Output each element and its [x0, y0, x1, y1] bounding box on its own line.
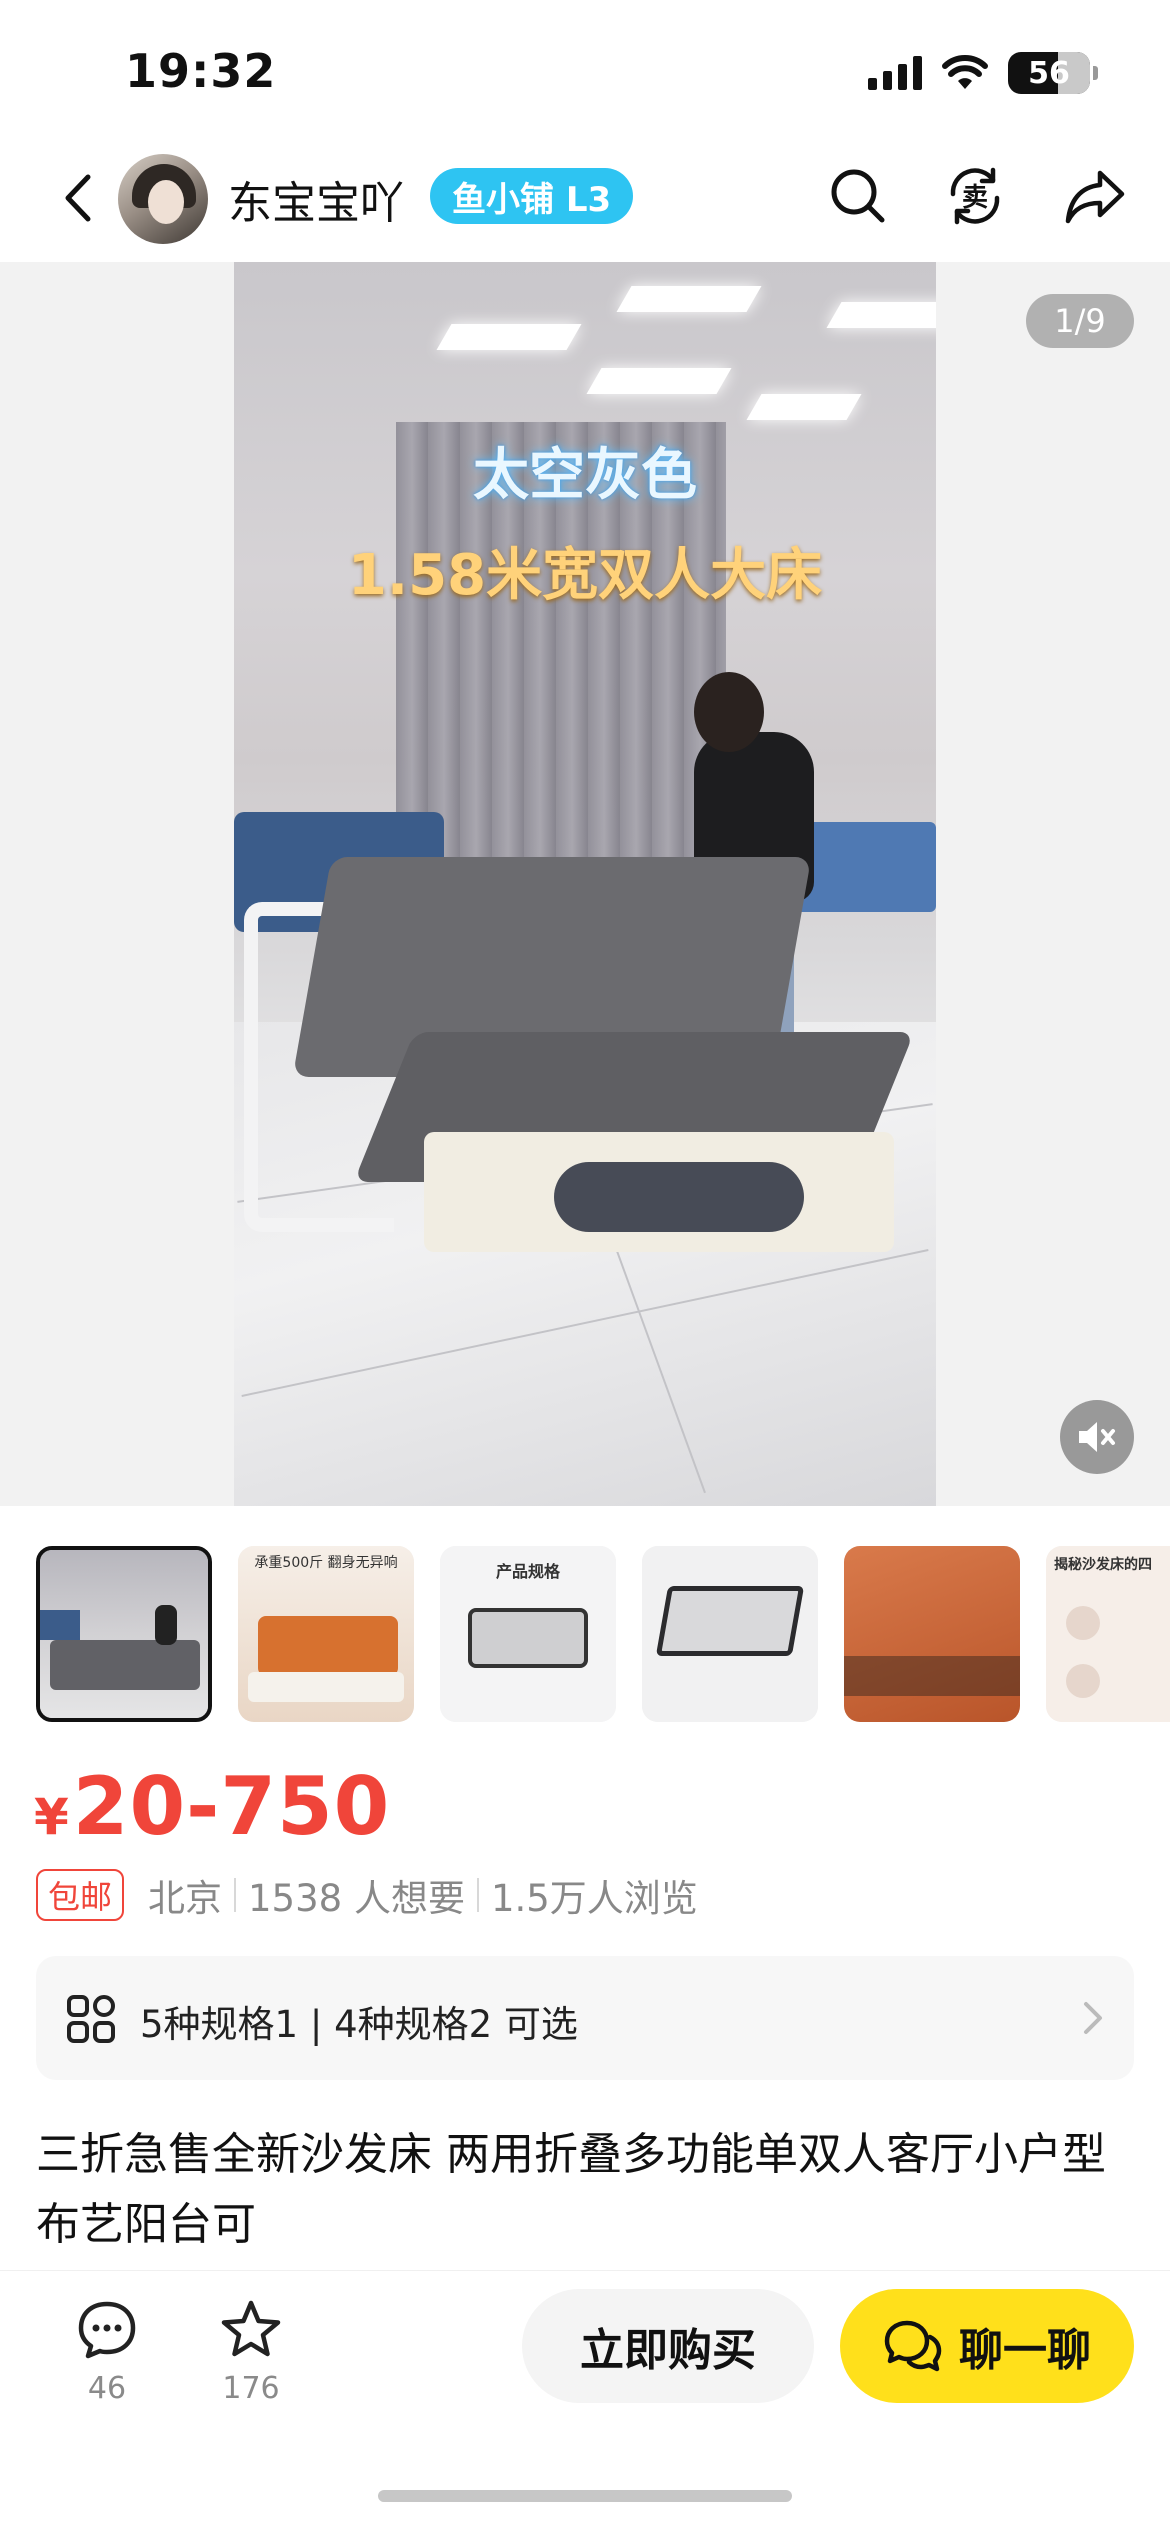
chat-button[interactable]: 聊一聊 [840, 2289, 1134, 2403]
back-button[interactable] [48, 162, 108, 234]
photo-color-caption: 太空灰色 [473, 443, 697, 508]
thumbnail-1[interactable] [36, 1546, 212, 1722]
comment-icon [78, 2301, 136, 2359]
sell-icon: 卖 [950, 167, 1000, 225]
main-product-photo[interactable]: 太空灰色 1.58米宽双人大床 [234, 262, 936, 1506]
location-text: 北京 [148, 1877, 223, 1920]
price: ¥ 20-750 [34, 1760, 390, 1853]
cellular-signal-icon [868, 56, 922, 90]
nav-bar: 东宝宝吖 鱼小铺 L3 卖 [0, 140, 1170, 262]
chevron-right-icon [1084, 2002, 1102, 2034]
thumbnail-2[interactable]: 承重500斤 翻身无异响 [238, 1546, 414, 1722]
battery-level: 56 [1028, 55, 1070, 91]
share-icon [1065, 170, 1125, 224]
thumbnail-3-caption: 产品规格 [495, 1562, 560, 1581]
thumbnail-strip[interactable]: 承重500斤 翻身无异响 产品规格 揭秘沙发床的四 [0, 1540, 1170, 1724]
spec-selector[interactable]: 5种规格1 | 4种规格2 可选 [36, 1956, 1134, 2080]
seller-avatar[interactable] [118, 154, 208, 244]
thumbnail-3[interactable]: 产品规格 [440, 1546, 616, 1722]
speaker-muted-icon [1079, 1422, 1115, 1452]
grid-icon [67, 1995, 115, 2043]
meta-divider [234, 1878, 237, 1912]
favorite-button[interactable]: 176 [206, 2299, 296, 2406]
favorite-count: 176 [222, 2371, 280, 2406]
battery-icon: 56 [1008, 52, 1098, 94]
seller-level-badge: 鱼小铺 L3 [430, 168, 634, 224]
sell-button[interactable]: 卖 [935, 156, 1015, 236]
price-value: 20-750 [72, 1760, 391, 1853]
seller-name[interactable]: 东宝宝吖 [228, 167, 404, 231]
search-button[interactable] [818, 156, 898, 236]
product-meta-row: 包邮 北京 1538 人想要 1.5万人浏览 [36, 1868, 698, 1922]
gallery-page-indicator: 1/9 [1026, 294, 1134, 348]
meta-divider [476, 1878, 479, 1912]
status-time: 19:32 [125, 44, 277, 98]
buy-now-button[interactable]: 立即购买 [522, 2289, 814, 2403]
mute-button[interactable] [1060, 1400, 1134, 1474]
product-gallery[interactable]: 太空灰色 1.58米宽双人大床 1/9 [0, 262, 1170, 1506]
photo-size-caption: 1.58米宽双人大床 [347, 543, 823, 608]
wifi-icon [942, 55, 988, 89]
product-title: 三折急售全新沙发床 两用折叠多功能单双人客厅小户型布艺阳台可 [36, 2129, 1106, 2250]
thumbnail-5[interactable] [844, 1546, 1020, 1722]
comment-count: 46 [87, 2371, 127, 2406]
comment-button[interactable]: 46 [62, 2299, 152, 2406]
status-bar: 19:32 56 [0, 0, 1170, 140]
back-icon [65, 174, 91, 222]
home-indicator[interactable] [378, 2490, 792, 2502]
svg-text:卖: 卖 [962, 183, 988, 213]
spec-text: 5种规格1 | 4种规格2 可选 [140, 2003, 578, 2046]
thumbnail-6-caption: 揭秘沙发床的四 [1054, 1557, 1152, 1573]
wants-count-text: 1538 人想要 [248, 1877, 465, 1920]
star-icon [221, 2300, 281, 2357]
free-shipping-badge: 包邮 [36, 1869, 125, 1921]
thumbnail-6[interactable]: 揭秘沙发床的四 [1046, 1546, 1170, 1722]
views-count-text: 1.5万人浏览 [490, 1877, 698, 1920]
chat-icon [884, 2320, 942, 2372]
status-icons: 56 [868, 52, 1098, 94]
chat-button-label: 聊一聊 [959, 2325, 1091, 2376]
thumbnail-2-caption: 承重500斤 翻身无异响 [254, 1555, 398, 1571]
search-icon [831, 169, 885, 223]
share-button[interactable] [1055, 156, 1135, 236]
thumbnail-4[interactable] [642, 1546, 818, 1722]
price-currency: ¥ [34, 1788, 69, 1846]
